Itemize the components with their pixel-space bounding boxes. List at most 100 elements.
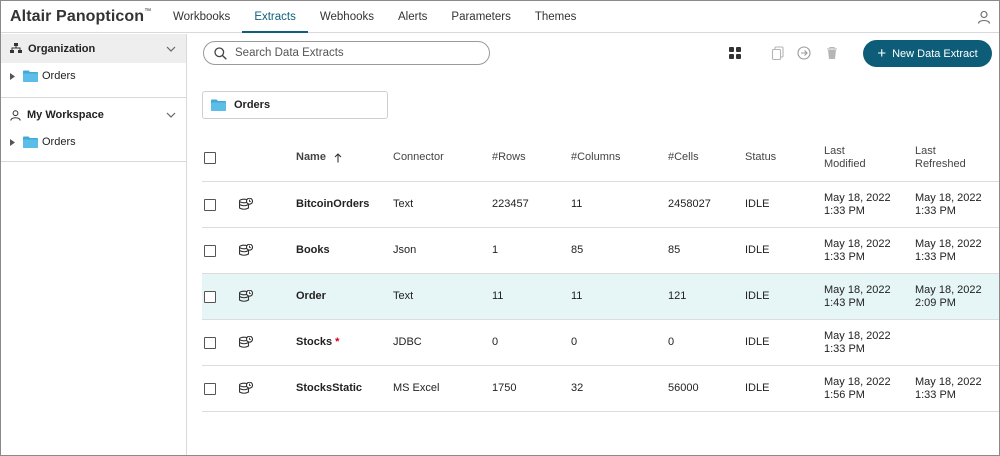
row-checkbox[interactable] — [204, 290, 216, 303]
extract-connector: MS Excel — [393, 382, 440, 394]
extract-last-modified: May 18, 2022 1:43 PM — [824, 283, 891, 309]
table-row[interactable]: StocksStatic MS Excel 1750 32 56000 IDLE… — [202, 366, 999, 412]
sidebar: Organization Orders My Workspace Orders — [1, 34, 187, 455]
caret-right-icon[interactable] — [10, 138, 15, 146]
tab-themes[interactable]: Themes — [523, 1, 589, 33]
sidebar-item-org-orders[interactable]: Orders — [1, 63, 186, 89]
extract-row-count: 1 — [492, 244, 499, 256]
folder-icon — [23, 136, 38, 148]
tab-extracts[interactable]: Extracts — [242, 1, 308, 33]
column-header-columns[interactable]: #Columns — [571, 134, 621, 181]
extract-connector: Text — [393, 290, 414, 302]
sidebar-divider — [1, 161, 186, 162]
tab-workbooks[interactable]: Workbooks — [161, 1, 242, 33]
search-icon — [214, 46, 227, 60]
extract-last-modified: May 18, 2022 1:56 PM — [824, 375, 891, 401]
table-row[interactable]: Order Text 11 11 121 IDLE May 18, 2022 1:… — [202, 274, 999, 320]
sidebar-item-label: Orders — [42, 136, 76, 148]
required-indicator: * — [335, 336, 340, 348]
tab-parameters[interactable]: Parameters — [439, 1, 522, 33]
current-folder-breadcrumb[interactable]: Orders — [202, 91, 388, 119]
extract-last-refreshed: May 18, 2022 1:33 PM — [915, 237, 982, 263]
column-header-rows[interactable]: #Rows — [492, 134, 526, 181]
extract-name[interactable]: BitcoinOrders — [296, 182, 372, 227]
data-extract-icon — [239, 290, 253, 302]
sidebar-section-organization[interactable]: Organization — [1, 34, 186, 63]
extract-row-count: 11 — [492, 290, 504, 302]
caret-right-icon[interactable] — [10, 72, 15, 80]
extract-row-count: 1750 — [492, 382, 517, 394]
current-folder-label: Orders — [234, 99, 271, 111]
extract-status: IDLE — [745, 244, 770, 256]
column-header-status[interactable]: Status — [745, 134, 776, 181]
data-extract-icon — [239, 198, 253, 210]
column-header-connector[interactable]: Connector — [393, 134, 444, 181]
extract-last-refreshed: May 18, 2022 2:09 PM — [915, 283, 982, 309]
sidebar-item-workspace-orders[interactable]: Orders — [1, 129, 186, 155]
extract-last-refreshed: May 18, 2022 1:33 PM — [915, 375, 982, 401]
extract-name[interactable]: Books — [296, 228, 333, 273]
extract-last-modified: May 18, 2022 1:33 PM — [824, 329, 891, 355]
delete-icon[interactable] — [825, 46, 839, 60]
row-checkbox[interactable] — [204, 336, 216, 349]
extract-cell-count: 0 — [668, 336, 675, 348]
extract-status: IDLE — [745, 290, 770, 302]
extract-cell-count: 85 — [668, 244, 681, 256]
search-input[interactable] — [235, 47, 475, 59]
table-header: Name Connector #Rows #Columns #Cells Sta… — [202, 134, 999, 182]
data-extract-icon — [239, 382, 253, 394]
tab-alerts[interactable]: Alerts — [386, 1, 439, 33]
extract-column-count: 0 — [571, 336, 578, 348]
row-checkbox[interactable] — [204, 382, 216, 395]
extract-status: IDLE — [745, 336, 770, 348]
user-icon[interactable] — [977, 10, 991, 24]
extract-column-count: 85 — [571, 244, 584, 256]
tab-webhooks[interactable]: Webhooks — [308, 1, 386, 33]
extract-cell-count: 121 — [668, 290, 687, 302]
row-checkbox[interactable] — [204, 198, 216, 211]
move-icon[interactable] — [797, 46, 811, 60]
grid-view-icon[interactable] — [728, 46, 742, 60]
org-hierarchy-icon — [10, 43, 22, 53]
main-content: + New Data Extract Orders Name Connector — [188, 34, 999, 455]
extract-row-count: 223457 — [492, 198, 529, 210]
copy-icon[interactable] — [771, 46, 785, 60]
extract-cell-count: 56000 — [668, 382, 699, 394]
extract-column-count: 32 — [571, 382, 584, 394]
table-row[interactable]: Stocks * JDBC 0 0 0 IDLE May 18, 2022 1:33… — [202, 320, 999, 366]
select-all-checkbox[interactable] — [204, 151, 216, 164]
extract-last-refreshed: May 18, 2022 1:33 PM — [915, 191, 982, 217]
extract-connector: Json — [393, 244, 417, 256]
new-data-extract-button[interactable]: + New Data Extract — [863, 40, 992, 67]
extract-name[interactable]: Order — [296, 274, 329, 319]
main-nav: Workbooks Extracts Webhooks Alerts Param… — [161, 1, 588, 33]
plus-icon: + — [877, 45, 887, 62]
row-checkbox[interactable] — [204, 244, 216, 257]
folder-icon — [211, 99, 226, 111]
sort-ascending-icon[interactable] — [334, 152, 342, 163]
search-box[interactable] — [203, 41, 490, 65]
table-row[interactable]: Books Json 1 85 85 IDLE May 18, 2022 1:33… — [202, 228, 999, 274]
extract-status: IDLE — [745, 198, 770, 210]
data-extract-icon — [239, 336, 253, 348]
chevron-down-icon[interactable] — [166, 46, 176, 52]
extract-status: IDLE — [745, 382, 770, 394]
extract-name[interactable]: StocksStatic — [296, 366, 365, 411]
chevron-down-icon[interactable] — [166, 112, 176, 118]
brand-logo[interactable]: Altair Panopticon™ — [10, 8, 151, 26]
top-bar: Altair Panopticon™ Workbooks Extracts We… — [1, 1, 999, 33]
column-header-cells[interactable]: #Cells — [668, 134, 699, 181]
table-row[interactable]: BitcoinOrders Text 223457 11 2458027 IDL… — [202, 182, 999, 228]
column-header-last-refreshed[interactable]: Last Refreshed — [915, 134, 966, 181]
extract-cell-count: 2458027 — [668, 198, 711, 210]
column-header-name[interactable]: Name — [296, 134, 342, 181]
sidebar-section-my-workspace[interactable]: My Workspace — [1, 105, 186, 125]
user-icon — [10, 109, 21, 121]
extract-column-count: 11 — [571, 290, 583, 302]
extract-name[interactable]: Stocks * — [296, 320, 339, 365]
extract-row-count: 0 — [492, 336, 499, 348]
app-window: Altair Panopticon™ Workbooks Extracts We… — [0, 0, 1000, 456]
extract-column-count: 11 — [571, 198, 583, 210]
column-header-last-modified[interactable]: Last Modified — [824, 134, 866, 181]
sidebar-section-label: My Workspace — [27, 109, 104, 121]
